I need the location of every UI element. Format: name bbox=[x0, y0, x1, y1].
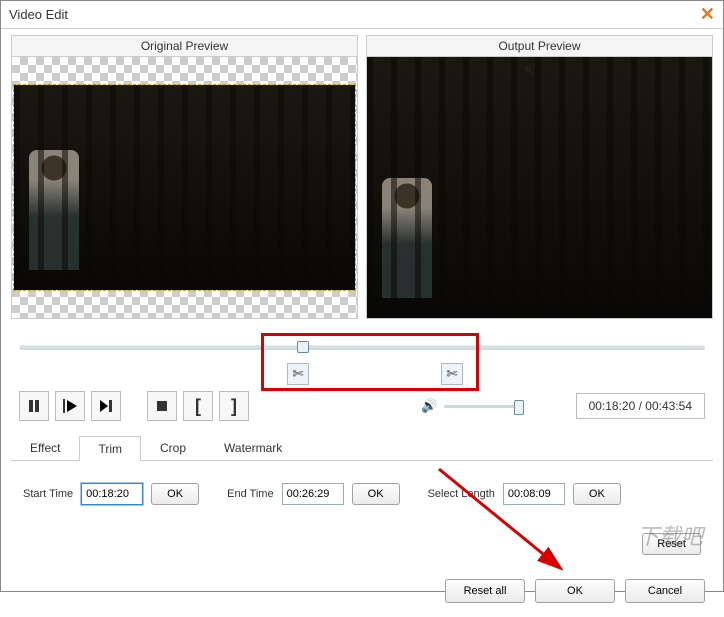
pause-button[interactable] bbox=[19, 391, 49, 421]
output-preview[interactable] bbox=[366, 57, 713, 319]
window-title: Video Edit bbox=[9, 7, 68, 22]
close-icon[interactable]: ✕ bbox=[700, 4, 715, 25]
start-ok-button[interactable]: OK bbox=[151, 483, 199, 505]
next-frame-button[interactable] bbox=[91, 391, 121, 421]
playback-controls: [ ] 🔊 00:18:20 / 00:43:54 bbox=[11, 387, 713, 431]
start-time-input[interactable] bbox=[81, 483, 143, 505]
end-ok-button[interactable]: OK bbox=[352, 483, 400, 505]
volume-icon: 🔊 bbox=[421, 398, 437, 414]
trim-start-button[interactable]: ✄ bbox=[287, 363, 309, 385]
original-preview-header: Original Preview bbox=[11, 35, 358, 57]
tabs: Effect Trim Crop Watermark bbox=[11, 435, 713, 461]
tab-trim[interactable]: Trim bbox=[79, 436, 141, 461]
tab-crop[interactable]: Crop bbox=[141, 435, 205, 460]
mark-out-button[interactable]: ] bbox=[219, 391, 249, 421]
play-button[interactable] bbox=[55, 391, 85, 421]
start-time-label: Start Time bbox=[23, 488, 73, 500]
tab-effect[interactable]: Effect bbox=[11, 435, 79, 460]
time-display: 00:18:20 / 00:43:54 bbox=[576, 393, 705, 419]
reset-all-button[interactable]: Reset all bbox=[445, 579, 525, 603]
tab-watermark[interactable]: Watermark bbox=[205, 435, 301, 460]
scissors-icon: ✄ bbox=[293, 366, 304, 382]
reset-button[interactable]: Reset bbox=[642, 533, 701, 555]
dialog-footer: Reset all OK Cancel bbox=[1, 565, 723, 617]
timeline[interactable]: ✄ ✄ bbox=[11, 333, 713, 381]
output-preview-header: Output Preview bbox=[366, 35, 713, 57]
cancel-button[interactable]: Cancel bbox=[625, 579, 705, 603]
select-length-input[interactable] bbox=[503, 483, 565, 505]
select-length-label: Select Length bbox=[428, 488, 495, 500]
stop-button[interactable] bbox=[147, 391, 177, 421]
trim-end-button[interactable]: ✄ bbox=[441, 363, 463, 385]
end-time-label: End Time bbox=[227, 488, 273, 500]
select-ok-button[interactable]: OK bbox=[573, 483, 621, 505]
titlebar: Video Edit ✕ bbox=[1, 1, 723, 29]
video-edit-window: Video Edit ✕ Original Preview Output Pre… bbox=[0, 0, 724, 592]
trim-panel: Start Time OK End Time OK Select Length … bbox=[11, 461, 713, 527]
ok-button[interactable]: OK bbox=[535, 579, 615, 603]
volume-slider[interactable] bbox=[444, 405, 524, 408]
end-time-input[interactable] bbox=[282, 483, 344, 505]
scissors-icon: ✄ bbox=[447, 366, 458, 382]
mark-in-button[interactable]: [ bbox=[183, 391, 213, 421]
original-preview[interactable] bbox=[11, 57, 358, 319]
